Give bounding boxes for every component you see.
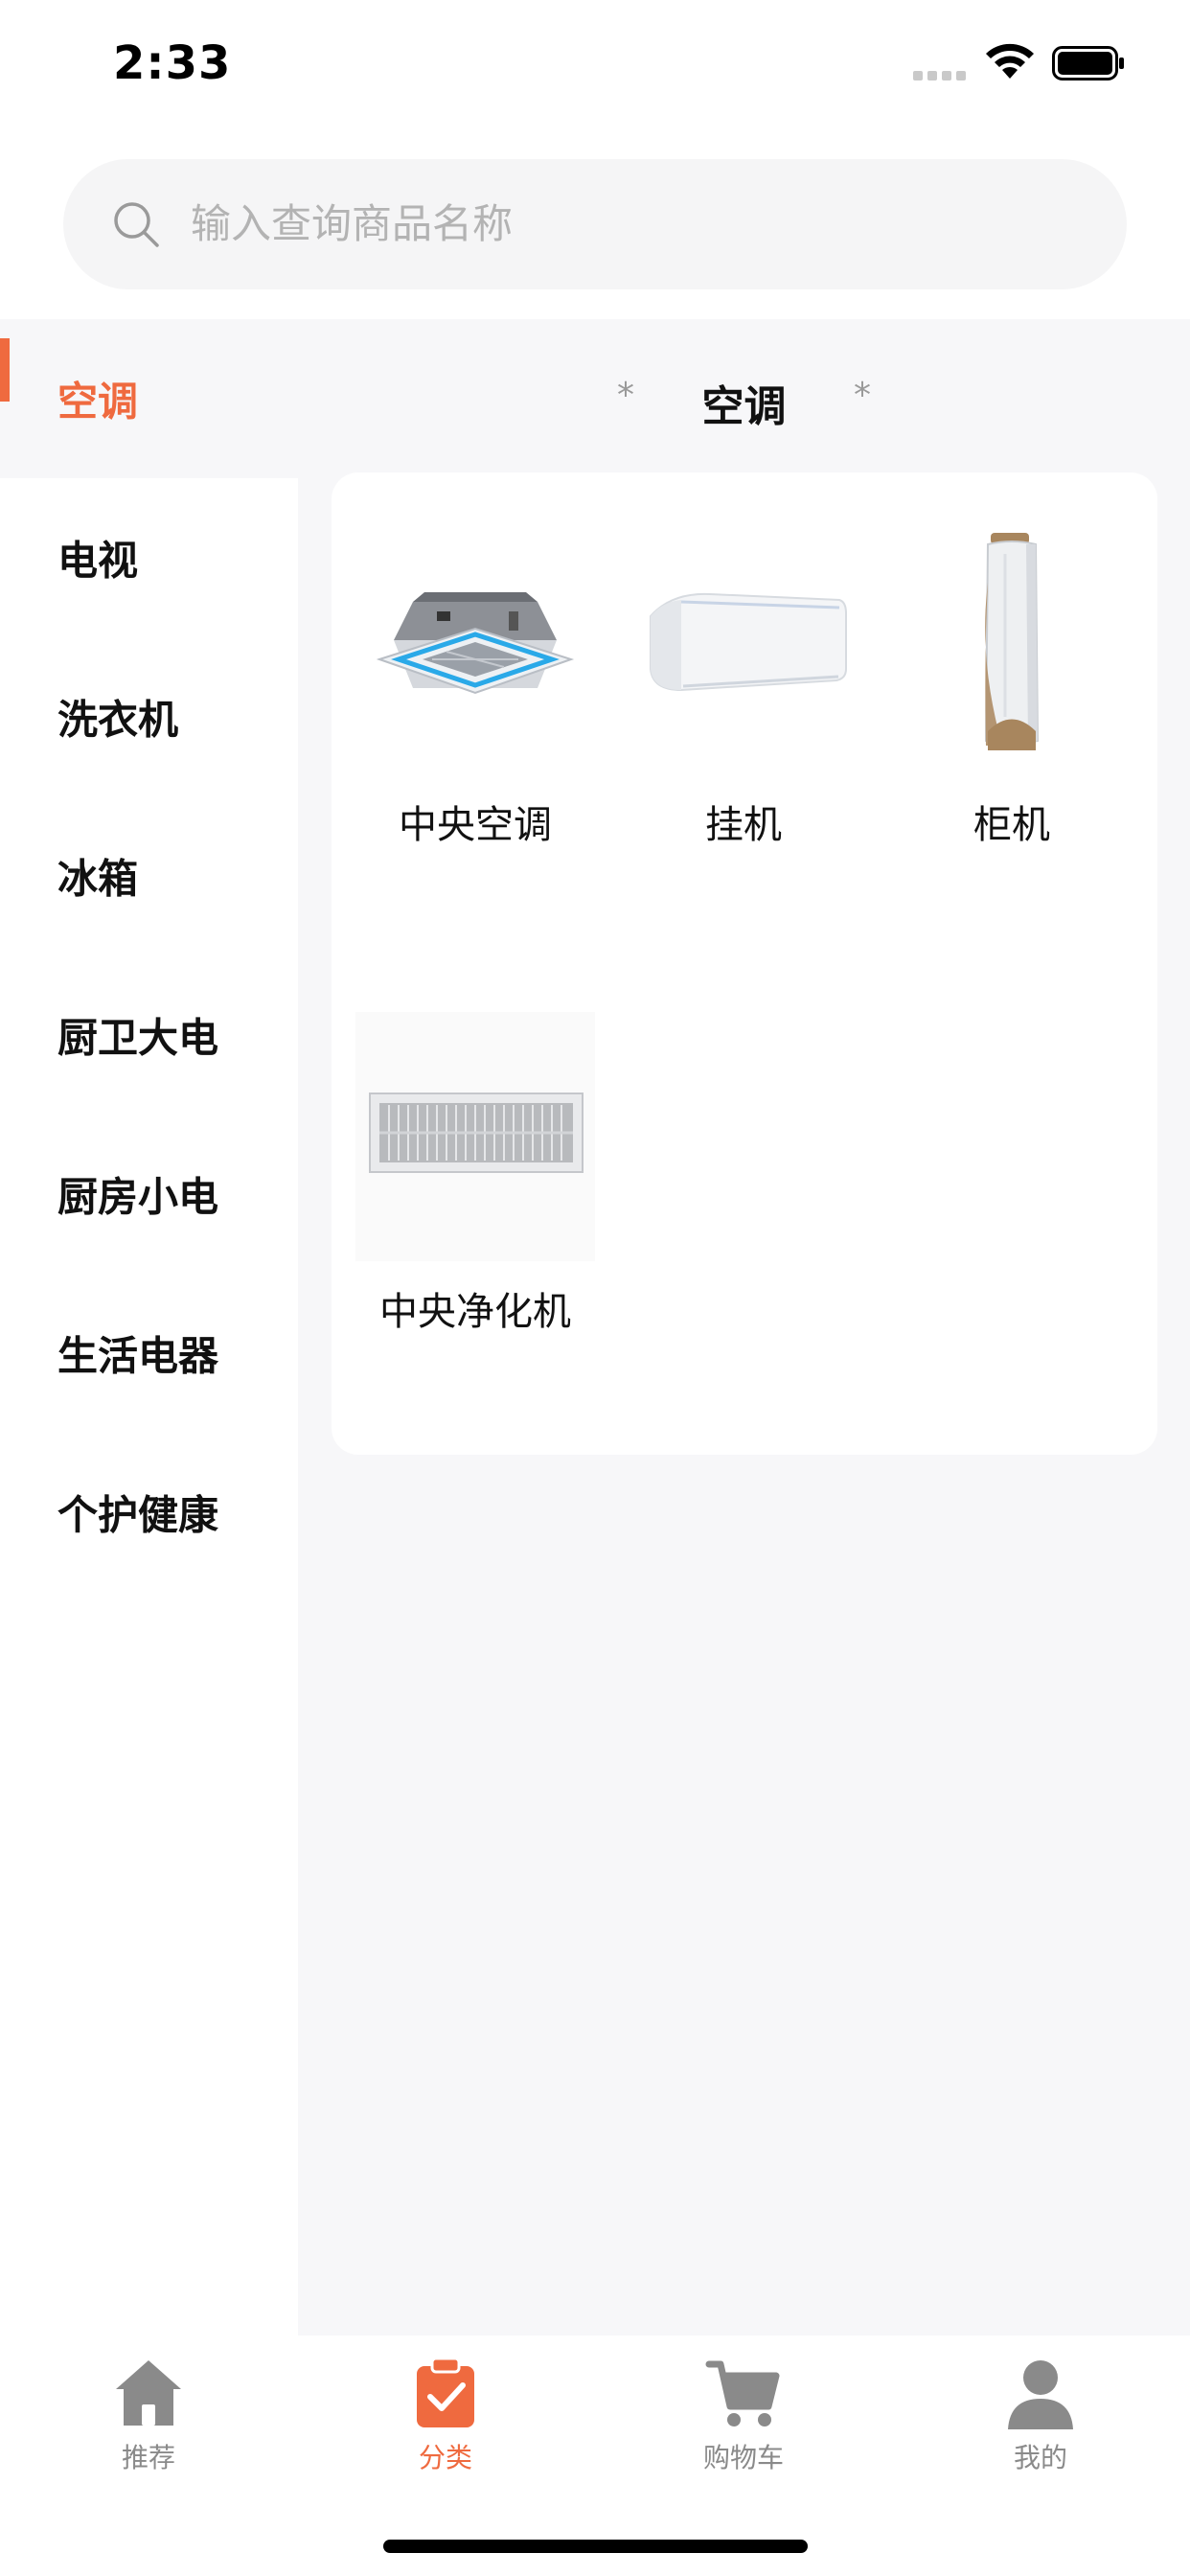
- product-name: 挂机: [705, 803, 782, 847]
- product-grid-card: 中央空调 挂机 柜机 中央净化机: [332, 472, 1157, 1455]
- tab-label: 分类: [418, 2442, 472, 2473]
- category-sidebar: 空调 电视 洗衣机 冰箱 厨卫大电 厨房小电 生活电器 个护健康: [0, 319, 298, 2335]
- tab-recommend[interactable]: 推荐: [53, 2355, 244, 2475]
- search-bar[interactable]: 输入查询商品名称: [63, 159, 1127, 289]
- tab-cart[interactable]: 购物车: [648, 2355, 839, 2475]
- section-header: * 空调 *: [298, 372, 1190, 431]
- sidebar-item-label: 厨卫大电: [57, 1014, 219, 1062]
- sidebar-item-kitchen-bath-appliances[interactable]: 厨卫大电: [0, 955, 298, 1115]
- battery-icon: [1052, 46, 1124, 80]
- section-title: 空调: [701, 382, 787, 431]
- wall-ac-image: [624, 525, 863, 774]
- wifi-icon: [986, 43, 1034, 79]
- status-bar: 2:33: [0, 0, 1190, 134]
- status-time: 2:33: [113, 36, 232, 90]
- sidebar-item-personal-care[interactable]: 个护健康: [0, 1433, 298, 1592]
- header-star-right: *: [854, 376, 871, 415]
- product-item-tower-ac[interactable]: 柜机: [878, 525, 1146, 849]
- tab-label: 我的: [1013, 2442, 1067, 2473]
- tower-ac-image: [892, 525, 1132, 774]
- search-input[interactable]: 输入查询商品名称: [191, 197, 513, 251]
- active-indicator: [0, 338, 10, 402]
- product-item-wall-ac[interactable]: 挂机: [609, 525, 878, 849]
- tab-label: 推荐: [121, 2442, 175, 2473]
- sidebar-item-home-appliances[interactable]: 生活电器: [0, 1274, 298, 1433]
- home-icon: [116, 2360, 181, 2426]
- sidebar-item-tv[interactable]: 电视: [0, 478, 298, 637]
- search-icon: [114, 202, 159, 247]
- product-item-central-ac[interactable]: 中央空调: [341, 525, 609, 849]
- tab-label: 购物车: [702, 2442, 784, 2473]
- sidebar-item-label: 电视: [57, 537, 139, 585]
- sidebar-item-label: 空调: [57, 378, 139, 426]
- product-name: 中央净化机: [379, 1290, 571, 1334]
- category-content: * 空调 * 中央空调 挂机 柜机 中央净化机: [298, 319, 1190, 2335]
- sidebar-item-washing-machine[interactable]: 洗衣机: [0, 637, 298, 796]
- sidebar-item-label: 生活电器: [57, 1332, 219, 1380]
- tab-mine[interactable]: 我的: [945, 2355, 1136, 2475]
- home-indicator: [383, 2540, 808, 2553]
- sidebar-item-air-conditioner[interactable]: 空调: [0, 319, 298, 478]
- sidebar-item-small-kitchen-appliances[interactable]: 厨房小电: [0, 1115, 298, 1274]
- cart-icon: [705, 2360, 780, 2426]
- sidebar-item-label: 厨房小电: [57, 1173, 219, 1221]
- sidebar-item-label: 洗衣机: [57, 696, 179, 744]
- clipboard-check-icon: [417, 2357, 474, 2427]
- product-name: 柜机: [973, 803, 1050, 847]
- sidebar-item-label: 冰箱: [57, 855, 139, 903]
- product-name: 中央空调: [399, 803, 552, 847]
- product-item-central-purifier[interactable]: 中央净化机: [341, 1012, 609, 1336]
- user-icon: [1008, 2360, 1073, 2429]
- sidebar-item-label: 个护健康: [57, 1491, 219, 1539]
- tab-category[interactable]: 分类: [350, 2355, 541, 2475]
- purifier-unit-image: [355, 1012, 595, 1261]
- cassette-ac-image: [355, 525, 595, 774]
- sidebar-item-refrigerator[interactable]: 冰箱: [0, 796, 298, 955]
- cellular-signal-icon: [913, 71, 966, 80]
